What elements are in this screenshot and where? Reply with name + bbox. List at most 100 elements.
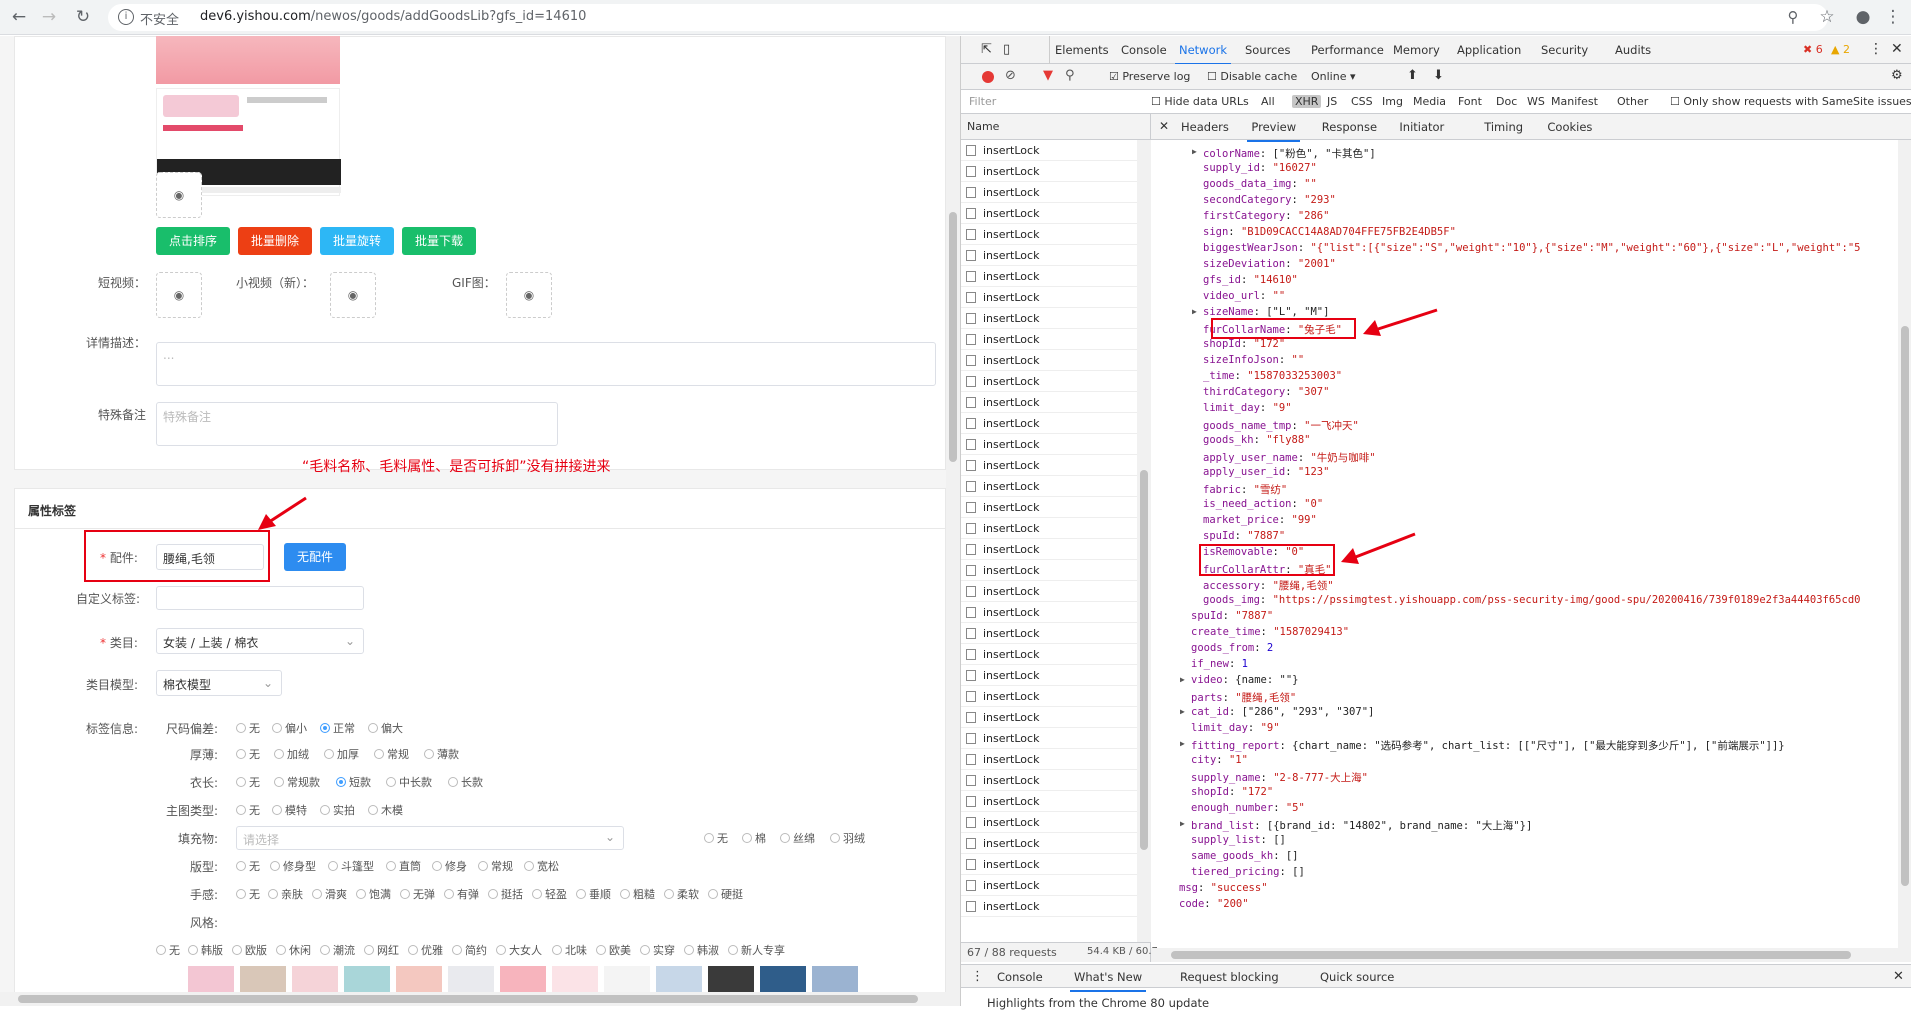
drawer-tab-quick-source[interactable]: Quick source	[1320, 970, 1394, 984]
upload-short-video-button[interactable]: ◉	[156, 272, 202, 318]
inspect-icon[interactable]: ⇱	[981, 42, 992, 57]
request-row[interactable]: insertLock	[961, 329, 1147, 350]
request-row[interactable]: insertLock	[961, 707, 1147, 728]
request-row[interactable]: insertLock	[961, 455, 1147, 476]
devtools-tab-sources[interactable]: Sources	[1245, 43, 1291, 57]
star-icon[interactable]: ☆	[1816, 6, 1838, 28]
radio-main-pic[interactable]: 实拍	[320, 802, 355, 818]
radio-main-pic[interactable]: 无	[236, 802, 260, 818]
json-line[interactable]: shopId: "172"	[1191, 786, 1273, 798]
radio-length[interactable]: 长款	[448, 774, 483, 790]
json-line[interactable]: ▶ colorName: ["粉色", "卡其色"]	[1192, 146, 1376, 161]
radio-length[interactable]: 短款	[336, 774, 371, 790]
upload-small-video-button[interactable]: ◉	[330, 272, 376, 318]
radio-style[interactable]: 欧美	[596, 942, 631, 958]
radio-main-pic[interactable]: 木模	[368, 802, 403, 818]
json-line[interactable]: spuId: "7887"	[1203, 530, 1285, 542]
hscroll-thumb[interactable]	[1171, 951, 1851, 959]
detail-tab-preview[interactable]: Preview	[1247, 120, 1300, 142]
devtools-tab-network[interactable]: Network	[1174, 43, 1232, 65]
request-row[interactable]: insertLock	[961, 224, 1147, 245]
json-line[interactable]: firstCategory: "286"	[1203, 210, 1329, 222]
json-line[interactable]: goods_name_tmp: "一飞冲天"	[1203, 418, 1359, 433]
type-filter-other[interactable]: Other	[1617, 95, 1648, 108]
drawer-close-icon[interactable]: ✕	[1893, 969, 1904, 984]
request-row[interactable]: insertLock	[961, 644, 1147, 665]
json-line[interactable]: fabric: "雪纺"	[1203, 482, 1287, 497]
json-line[interactable]: gfs_id: "14610"	[1203, 274, 1298, 286]
radio-filler[interactable]: 无	[704, 830, 728, 846]
radio-feel[interactable]: 滑爽	[312, 886, 347, 902]
radio-style[interactable]: 欧版	[232, 942, 267, 958]
radio-feel[interactable]: 有弹	[444, 886, 479, 902]
json-line[interactable]: sizeInfoJson: ""	[1203, 354, 1304, 366]
batch-rotate-button[interactable]: 批量旋转	[320, 227, 394, 255]
remark-textarea[interactable]: 特殊备注	[156, 402, 558, 446]
no-accessory-button[interactable]: 无配件	[284, 543, 346, 571]
zoom-icon[interactable]: ⚲	[1782, 6, 1804, 28]
horizontal-scrollbar[interactable]	[0, 992, 946, 1006]
radio-feel[interactable]: 硬挺	[708, 886, 743, 902]
json-line[interactable]: video_url: ""	[1203, 290, 1285, 302]
radio-style[interactable]: 韩淑	[684, 942, 719, 958]
network-settings-icon[interactable]: ⚙	[1891, 68, 1903, 83]
radio-fit[interactable]: 无	[236, 858, 260, 874]
back-icon[interactable]: ←	[8, 6, 30, 28]
radio-thickness[interactable]: 常规	[374, 746, 409, 762]
type-filter-img[interactable]: Img	[1382, 95, 1403, 108]
radio-thickness[interactable]: 加厚	[324, 746, 359, 762]
json-line[interactable]: apply_user_name: "牛奶与咖啡"	[1203, 450, 1376, 465]
radio-length[interactable]: 中长款	[386, 774, 432, 790]
json-line[interactable]: thirdCategory: "307"	[1203, 386, 1329, 398]
radio-length[interactable]: 无	[236, 774, 260, 790]
radio-style[interactable]: 无	[156, 942, 180, 958]
forward-icon[interactable]: →	[38, 6, 60, 28]
batch-download-button[interactable]: 批量下载	[402, 227, 476, 255]
radio-fit[interactable]: 宽松	[524, 858, 559, 874]
radio-style[interactable]: 大女人	[496, 942, 542, 958]
request-row[interactable]: insertLock	[961, 161, 1147, 182]
json-line[interactable]: parts: "腰绳,毛领"	[1191, 690, 1296, 705]
radio-feel[interactable]: 轻盈	[532, 886, 567, 902]
menu-icon[interactable]: ⋮	[1882, 6, 1904, 28]
search-icon[interactable]: ⚲	[1065, 68, 1075, 83]
devtools-tab-elements[interactable]: Elements	[1055, 43, 1109, 57]
detail-tab-headers[interactable]: Headers	[1181, 120, 1229, 134]
json-line[interactable]: same_goods_kh: []	[1191, 850, 1299, 862]
batch-delete-button[interactable]: 批量删除	[238, 227, 312, 255]
type-filter-media[interactable]: Media	[1413, 95, 1446, 108]
request-row[interactable]: insertLock	[961, 350, 1147, 371]
request-row[interactable]: insertLock	[961, 287, 1147, 308]
product-image-1[interactable]	[156, 36, 340, 84]
custom-tag-input[interactable]	[156, 586, 364, 610]
throttle-select[interactable]: Online ▾	[1311, 70, 1356, 83]
expand-triangle-icon[interactable]: ▶	[1180, 675, 1185, 684]
drawer-tab-console[interactable]: Console	[997, 970, 1043, 984]
request-row[interactable]: insertLock	[961, 875, 1147, 896]
radio-feel[interactable]: 粗糙	[620, 886, 655, 902]
clear-icon[interactable]: ⊘	[1005, 68, 1016, 83]
request-row[interactable]: insertLock	[961, 665, 1147, 686]
json-line[interactable]: goods_kh: "fly88"	[1203, 434, 1311, 446]
scroll-thumb[interactable]	[1140, 470, 1148, 850]
request-row[interactable]: insertLock	[961, 518, 1147, 539]
expand-triangle-icon[interactable]: ▶	[1180, 707, 1185, 716]
radio-filler[interactable]: 丝绵	[780, 830, 815, 846]
detail-tab-initiator[interactable]: Initiator	[1399, 120, 1444, 134]
json-line[interactable]: code: "200"	[1179, 898, 1249, 910]
json-line[interactable]: shopId: "172"	[1203, 338, 1285, 350]
json-line[interactable]: is_need_action: "0"	[1203, 498, 1323, 510]
radio-style[interactable]: 网红	[364, 942, 399, 958]
devtools-tab-security[interactable]: Security	[1541, 43, 1588, 57]
info-icon[interactable]: i	[118, 9, 134, 25]
detail-tab-cookies[interactable]: Cookies	[1547, 120, 1592, 134]
radio-size-deviation[interactable]: 无	[236, 720, 260, 736]
sort-button[interactable]: 点击排序	[156, 227, 230, 255]
filler-select[interactable]: 请选择 ⌄	[236, 826, 624, 850]
drawer-tab-what-s-new[interactable]: What's New	[1069, 970, 1147, 992]
filter-icon[interactable]: ▼	[1043, 68, 1053, 83]
type-filter-xhr[interactable]: XHR	[1292, 95, 1322, 108]
json-line[interactable]: msg: "success"	[1179, 882, 1268, 894]
request-row[interactable]: insertLock	[961, 371, 1147, 392]
url-text[interactable]: dev6.yishou.com/newos/goods/addGoodsLib?…	[200, 9, 586, 24]
